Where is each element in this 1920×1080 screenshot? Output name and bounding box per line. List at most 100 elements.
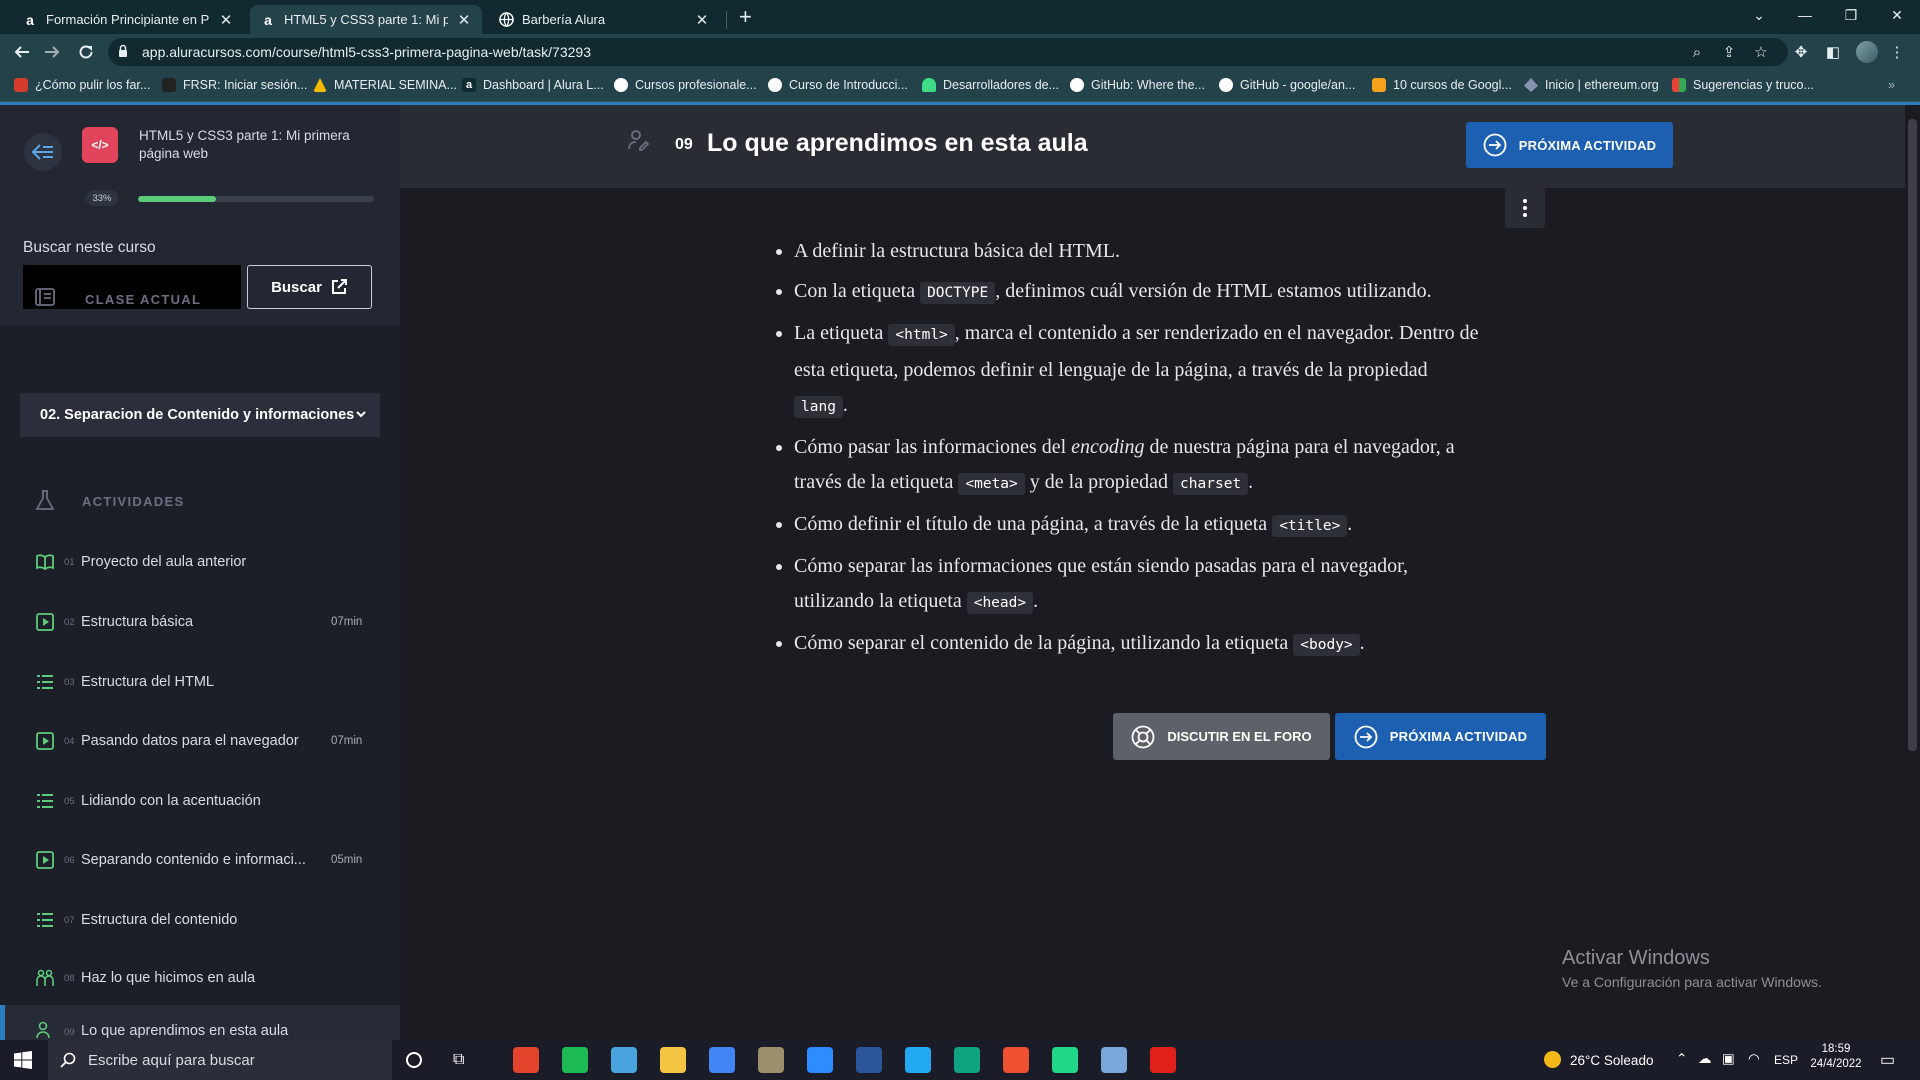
minimize-icon[interactable]: — [1782,0,1828,30]
tab-search-icon[interactable]: ⌄ [1736,0,1782,30]
word-icon[interactable] [856,1047,882,1073]
forward-icon[interactable] [38,34,66,70]
share-icon[interactable]: ⇪ [1718,41,1740,63]
store-icon[interactable] [611,1047,637,1073]
more-options-button[interactable] [1505,188,1545,228]
restore-icon[interactable]: ❐ [1828,0,1874,30]
windows-start-icon[interactable] [14,1051,32,1074]
close-tab-icon[interactable]: ✕ [694,11,710,29]
scrollbar-thumb[interactable] [1908,119,1917,751]
bookmark-item[interactable]: a Dashboard | Alura L... [462,76,604,94]
list-item: Cómo pasar las informaciones del encodin… [794,430,1482,502]
search-button[interactable]: Buscar [247,265,372,309]
activity-item[interactable]: 01 Proyecto del aula anterior [0,542,400,582]
activity-item[interactable]: 02 Estructura básica 07min [0,602,400,642]
bookmark-item[interactable]: 10 cursos de Googl... [1372,76,1512,94]
close-tab-icon[interactable]: ✕ [218,11,234,29]
activity-number: 07 [64,914,75,926]
address-bar[interactable]: app.aluracursos.com/course/html5-css3-pr… [108,38,1788,66]
course-title: HTML5 y CSS3 parte 1: Mi primera página … [139,128,350,161]
language-indicator[interactable]: ESP [1774,1053,1798,1067]
bookmark-item[interactable]: Inicio | ethereum.org [1524,76,1659,94]
vscode-icon[interactable] [905,1047,931,1073]
chatgpt-icon[interactable] [954,1047,980,1073]
activity-label: Estructura básica [81,614,194,630]
back-icon[interactable] [8,34,36,70]
clock[interactable]: 18:59 24/4/2022 [1810,1043,1862,1070]
activity-item[interactable]: 08 Haz lo que hicimos en aula [0,958,400,998]
cloud-icon[interactable]: ☁ [1698,1051,1712,1067]
more-bookmarks-icon[interactable]: » [1888,76,1895,94]
bookmark-item[interactable]: ¿Cómo pulir los far... [14,76,150,94]
activity-item[interactable]: 07 Estructura del contenido [0,900,400,940]
activity-item[interactable]: 03 Estructura del HTML [0,662,400,702]
search-label: Buscar neste curso [23,239,156,256]
pycharm-icon[interactable] [1052,1047,1078,1073]
app-icon[interactable] [758,1047,784,1073]
menu-icon[interactable]: ⋮ [1886,41,1908,63]
activity-item[interactable]: 05 Lidiando con la acentuación [0,781,400,821]
bookmark-item[interactable]: Desarrolladores de... [922,76,1059,94]
chrome-icon[interactable] [709,1047,735,1073]
class-book-icon [35,288,55,306]
wifi-icon[interactable]: ◠ [1748,1051,1760,1067]
next-activity-button[interactable]: PRÓXIMA ACTIVIDAD [1335,713,1546,760]
close-window-icon[interactable]: ✕ [1874,0,1920,30]
page-scrollbar[interactable] [1905,105,1920,1040]
explorer-icon[interactable] [660,1047,686,1073]
current-class-dropdown[interactable]: 02. Separacion de Contenido y informacio… [20,393,380,437]
notifications-icon[interactable]: ▭ [1880,1050,1895,1070]
activity-item-current[interactable]: 09 Lo que aprendimos en esta aula [0,1005,400,1040]
bookmark-label: MATERIAL SEMINA... [334,78,457,92]
back-to-course-button[interactable] [24,133,62,171]
bookmark-star-icon[interactable]: ☆ [1750,41,1772,63]
office-icon[interactable] [513,1047,539,1073]
zoom-icon[interactable] [807,1047,833,1073]
bookmark-item[interactable]: FRSR: Iniciar sesión... [162,76,307,94]
devices-icon[interactable]: ▣ [1722,1051,1735,1067]
tab-barberia[interactable]: Barbería Alura ✕ [488,5,720,34]
activity-number: 04 [64,735,75,747]
bookmark-favicon-icon [1672,78,1686,92]
bookmark-item[interactable]: MATERIAL SEMINA... [313,76,457,94]
bookmark-item[interactable]: GitHub: Where the... [1070,76,1205,94]
acrobat-icon[interactable] [1150,1047,1176,1073]
git-icon[interactable] [1003,1047,1029,1073]
chevron-down-icon[interactable] [355,408,367,420]
profile-avatar[interactable] [1856,41,1878,63]
activity-duration: 05min [331,854,363,866]
activities-label: ACTIVIDADES [82,494,185,509]
activity-number: 01 [64,556,75,568]
bookmark-item[interactable]: Sugerencias y truco... [1672,76,1814,94]
box-icon[interactable] [1101,1047,1127,1073]
spotify-icon[interactable] [562,1047,588,1073]
activity-item[interactable]: 04 Pasando datos para el navegador 07min [0,721,400,761]
bookmark-item[interactable]: Curso de Introducci... [768,76,908,94]
extensions-icon[interactable]: ✥ [1790,41,1812,63]
activity-item[interactable]: 06 Separando contenido e informaci... 05… [0,840,400,880]
task-view-icon[interactable]: ⧉ [453,1051,464,1069]
taskbar-search-input[interactable]: Escribe aquí para buscar [48,1040,392,1080]
globe-icon [498,12,514,28]
alura-favicon-icon: a [462,78,476,92]
bookmark-item[interactable]: Cursos profesionale... [614,76,757,94]
close-tab-icon[interactable]: ✕ [456,11,472,29]
lock-icon[interactable] [118,44,128,58]
new-tab-icon[interactable]: + [739,6,752,28]
progress-fill [138,196,216,202]
forum-button[interactable]: DISCUTIR EN EL FORO [1113,713,1330,760]
weather-text[interactable]: 26°C Soleado [1570,1053,1653,1068]
cortana-icon[interactable] [406,1052,422,1068]
reload-icon[interactable] [72,34,100,70]
tab-html5-css3[interactable]: a HTML5 y CSS3 parte 1: Mi primer ✕ [250,5,482,34]
lesson-content: A definir la estructura básica del HTML.… [762,234,1482,668]
tab-formacion[interactable]: a Formación Principiante en Progr ✕ [12,5,244,34]
progress-percent: 33% [86,190,118,206]
tab-title: Barbería Alura [522,12,606,27]
next-activity-button-top[interactable]: PRÓXIMA ACTIVIDAD [1466,122,1673,168]
bookmark-item[interactable]: GitHub - google/an... [1219,76,1355,94]
chevron-up-icon[interactable]: ⌃ [1676,1051,1687,1067]
side-panel-icon[interactable]: ◧ [1822,41,1844,63]
video-icon [36,851,54,869]
zoom-icon[interactable]: ⌕ [1686,41,1708,63]
